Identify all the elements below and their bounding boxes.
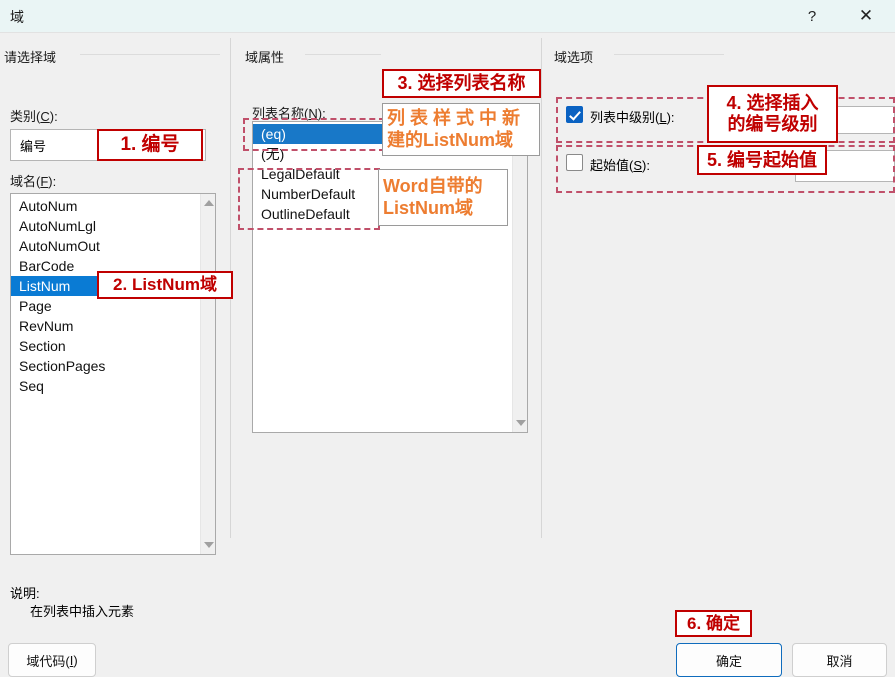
annotation-2: 2. ListNum域 — [97, 271, 233, 299]
category-label: 类别(C): — [10, 106, 58, 125]
annotation-orange-new-listnum: 列 表 样 式 中 新 建的ListNum域 — [382, 103, 540, 156]
separator-right — [541, 38, 542, 538]
description-text: 在列表中插入元素 — [30, 601, 134, 620]
cancel-button[interactable]: 取消 — [792, 643, 887, 677]
group-rule-right — [614, 54, 724, 55]
highlight-box-listname — [243, 118, 385, 151]
listname-scrollbar[interactable] — [512, 122, 527, 432]
scroll-down-icon[interactable] — [201, 537, 216, 553]
annotation-4: 4. 选择插入 的编号级别 — [707, 85, 838, 143]
list-item[interactable]: AutoNum — [11, 196, 200, 216]
annotation-6: 6. 确定 — [675, 610, 752, 637]
list-item[interactable]: Page — [11, 296, 200, 316]
annotation-5: 5. 编号起始值 — [697, 145, 827, 175]
window-title: 域 — [10, 7, 24, 27]
list-item[interactable]: Section — [11, 336, 200, 356]
group-title-field-options: 域选项 — [554, 47, 593, 66]
list-item[interactable]: AutoNumLgl — [11, 216, 200, 236]
annotation-3: 3. 选择列表名称 — [382, 69, 541, 98]
scroll-down-icon[interactable] — [513, 415, 528, 431]
fieldname-label: 域名(F): — [10, 171, 56, 190]
list-item[interactable]: SectionPages — [11, 356, 200, 376]
fieldname-listbox[interactable]: AutoNumAutoNumLglAutoNumOutBarCodeListNu… — [10, 193, 216, 555]
highlight-box-default-listnums — [238, 168, 380, 230]
scroll-up-icon[interactable] — [201, 195, 216, 211]
title-bar: 域 ? ✕ — [0, 0, 895, 33]
field-code-button[interactable]: 域代码(I) — [8, 643, 96, 677]
group-title-field-properties: 域属性 — [245, 47, 284, 66]
list-item[interactable]: RevNum — [11, 316, 200, 336]
category-value: 编号 — [20, 136, 46, 155]
help-icon[interactable]: ? — [789, 0, 835, 32]
group-rule-left — [80, 54, 220, 55]
close-icon[interactable]: ✕ — [843, 0, 889, 32]
dialog-body: 请选择域 类别(C): 编号 域名(F): AutoNumAutoNumLglA… — [0, 33, 895, 653]
annotation-1: 1. 编号 — [97, 129, 203, 161]
list-item[interactable]: AutoNumOut — [11, 236, 200, 256]
list-item[interactable]: Seq — [11, 376, 200, 396]
ok-button[interactable]: 确定 — [676, 643, 782, 677]
description-label: 说明: — [10, 583, 40, 602]
group-title-select-field: 请选择域 — [4, 47, 56, 66]
fieldname-scrollbar[interactable] — [200, 194, 215, 554]
annotation-orange-builtin-listnum: Word自带的 ListNum域 — [378, 169, 508, 226]
group-rule-middle — [305, 54, 381, 55]
